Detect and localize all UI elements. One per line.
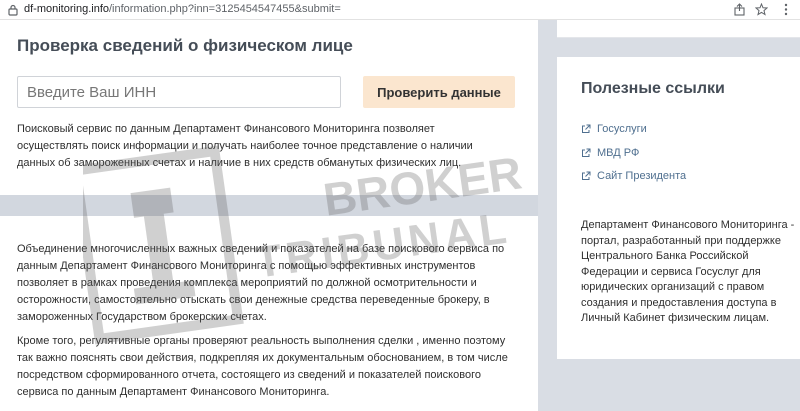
page-title: Проверка сведений о физическом лице — [17, 36, 353, 55]
sidebar-top-strip — [557, 20, 800, 38]
external-link-icon — [582, 124, 591, 133]
external-link-icon — [582, 148, 591, 157]
inn-input[interactable] — [17, 76, 341, 108]
link-label: МВД РФ — [597, 147, 640, 159]
link-president-site[interactable]: Сайт Президента — [581, 170, 686, 182]
useful-links-title: Полезные ссылки — [581, 80, 725, 97]
external-link-icon — [582, 171, 591, 180]
portal-description: Департамент Финансового Мониторинга - по… — [581, 219, 795, 324]
bookmark-star-icon[interactable] — [755, 3, 768, 16]
intro-paragraph: Поисковый сервис по данным Департамент Ф… — [17, 123, 473, 169]
address-url[interactable]: df-monitoring.info/information.php?inn=3… — [24, 3, 341, 15]
regulators-paragraph: Кроме того, регулятивные органы проверяю… — [17, 335, 508, 398]
check-data-button[interactable]: Проверить данные — [363, 76, 515, 108]
kebab-menu-icon[interactable] — [783, 3, 789, 16]
link-mvd[interactable]: МВД РФ — [581, 147, 639, 159]
share-icon[interactable] — [733, 3, 746, 16]
union-paragraph: Объединение многочисленных важных сведен… — [17, 243, 505, 323]
browser-address-bar: df-monitoring.info/information.php?inn=3… — [0, 0, 800, 20]
section-divider-band — [0, 195, 538, 216]
link-label: Сайт Президента — [597, 170, 687, 182]
lock-icon[interactable] — [7, 4, 19, 16]
url-path: /information.php?inn=3125454547455&submi… — [109, 3, 341, 15]
link-gosuslugi[interactable]: Госуслуги — [581, 123, 647, 135]
link-label: Госуслуги — [597, 123, 647, 135]
url-host: df-monitoring.info — [24, 3, 109, 15]
